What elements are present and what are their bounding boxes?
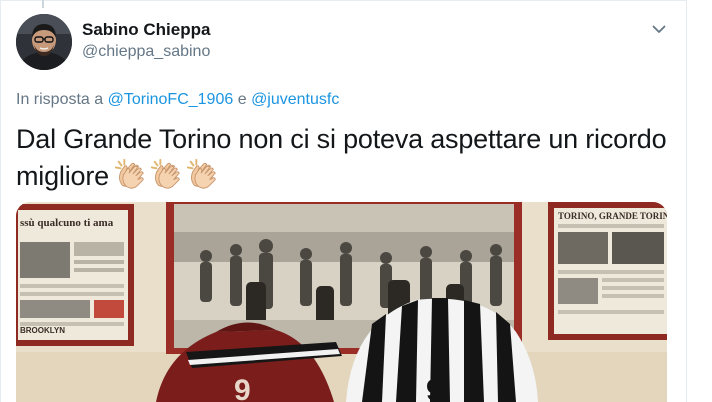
left-newspaper-frame: ssù qualcuno ti ama BROOKLYN xyxy=(16,204,134,346)
clapping-hands-emoji xyxy=(186,158,216,189)
tweet-card[interactable]: Sabino Chieppa @chieppa_sabino In rispos… xyxy=(0,0,712,402)
emoji-group xyxy=(113,157,219,191)
thread-connector-line xyxy=(42,0,44,8)
card-border-top xyxy=(0,0,687,1)
card-border-right xyxy=(686,0,687,402)
left-newspaper-headline: ssù qualcuno ti ama xyxy=(20,217,114,229)
author-username[interactable]: @chieppa_sabino xyxy=(82,43,210,61)
right-newspaper-frame: TORINO, GRANDE TORIN xyxy=(548,202,667,340)
left-newspaper-footer: BROOKLYN xyxy=(20,326,65,335)
clapping-hands-emoji xyxy=(114,158,144,189)
mention-link-torino[interactable]: @TorinoFC_1906 xyxy=(108,91,234,108)
reply-context: In risposta a @TorinoFC_1906 e @juventus… xyxy=(16,91,339,109)
clapping-hands-emoji xyxy=(150,158,180,189)
avatar[interactable] xyxy=(16,14,72,70)
svg-text:9: 9 xyxy=(426,374,443,402)
chevron-down-icon[interactable] xyxy=(648,18,670,40)
reply-joiner: e xyxy=(237,91,247,108)
author-display-name[interactable]: Sabino Chieppa xyxy=(82,20,210,40)
card-border-left xyxy=(0,0,1,402)
tweet-text: Dal Grande Torino non ci si poteva aspet… xyxy=(16,122,684,194)
svg-text:9: 9 xyxy=(234,374,251,402)
tweet-media-photo[interactable]: ssù qualcuno ti ama BROOKLYN TORINO, GRA… xyxy=(16,202,667,402)
mention-link-juventus[interactable]: @juventusfc xyxy=(251,91,339,108)
reply-prefix: In risposta a xyxy=(16,91,104,108)
right-newspaper-headline: TORINO, GRANDE TORIN xyxy=(558,211,667,221)
